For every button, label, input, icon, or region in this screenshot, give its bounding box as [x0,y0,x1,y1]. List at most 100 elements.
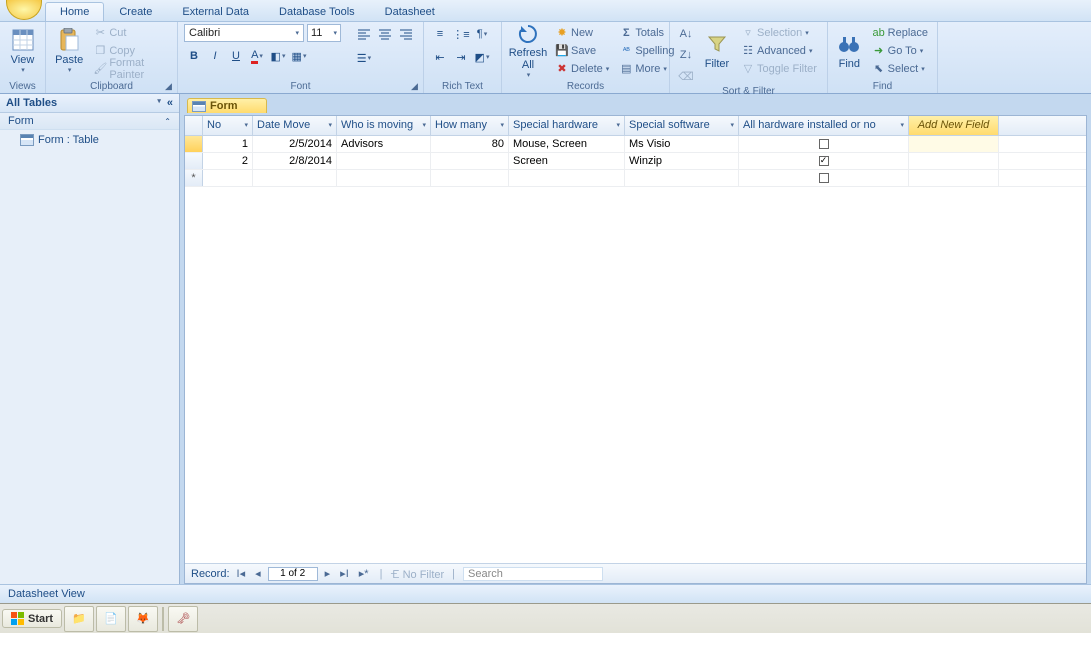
table-row[interactable]: 2 2/8/2014 Screen Winzip ✓ [185,153,1086,170]
prev-record-button[interactable]: ◂ [252,567,264,580]
align-center-button[interactable] [375,24,395,44]
col-software[interactable]: Special software▾ [625,116,739,135]
cell-software[interactable] [625,170,739,186]
row-selector[interactable] [185,136,203,152]
tab-datasheet[interactable]: Datasheet [370,2,450,21]
taskbar-explorer[interactable]: 📁 [64,606,94,632]
format-painter-button[interactable]: 🖌Format Painter [90,60,171,77]
fill-color-button[interactable]: ◧▾ [268,46,288,66]
col-date-move[interactable]: Date Move▾ [253,116,337,135]
taskbar-notepad[interactable]: 📄 [96,606,126,632]
cell-no[interactable] [203,170,253,186]
cell-software[interactable]: Winzip [625,153,739,169]
last-record-button[interactable]: ▸I [337,567,352,580]
align-left-button[interactable] [354,24,374,44]
cell-date-move[interactable]: 2/8/2014 [253,153,337,169]
nav-item-form-table[interactable]: Form : Table [0,130,179,150]
cell-hardware[interactable]: Mouse, Screen [509,136,625,152]
collapse-icon[interactable]: « [167,97,173,109]
cell-add[interactable] [909,153,999,169]
col-hardware[interactable]: Special hardware▾ [509,116,625,135]
taskbar-firefox[interactable]: 🦊 [128,606,158,632]
replace-button[interactable]: abReplace [869,24,931,41]
cell-date-move[interactable] [253,170,337,186]
col-no[interactable]: No▾ [203,116,253,135]
tab-database-tools[interactable]: Database Tools [264,2,370,21]
col-installed[interactable]: All hardware installed or no▾ [739,116,909,135]
select-all-corner[interactable] [185,116,203,135]
bold-button[interactable]: B [184,46,204,66]
filter-button[interactable]: Filter [700,24,734,78]
font-launcher[interactable]: ◢ [411,81,421,91]
cell-no[interactable]: 2 [203,153,253,169]
increase-indent-button[interactable]: ⇥ [451,47,471,67]
table-row[interactable]: 1 2/5/2014 Advisors 80 Mouse, Screen Ms … [185,136,1086,153]
goto-button[interactable]: ➜Go To▾ [869,42,931,59]
col-how-many[interactable]: How many▾ [431,116,509,135]
tab-create[interactable]: Create [104,2,167,21]
clipboard-launcher[interactable]: ◢ [165,81,175,91]
selection-button[interactable]: ▿Selection▾ [738,24,820,41]
spelling-button[interactable]: ᴬᴮSpelling [616,42,677,59]
cell-date-move[interactable]: 2/5/2014 [253,136,337,152]
add-new-field[interactable]: Add New Field [909,116,999,135]
record-position-input[interactable] [268,567,318,581]
alt-fill-button[interactable]: ☰▾ [354,48,374,68]
checkbox-checked[interactable]: ✓ [819,156,829,166]
next-record-button[interactable]: ▸ [322,567,334,580]
row-selector[interactable] [185,153,203,169]
underline-button[interactable]: U [226,46,246,66]
sort-asc-button[interactable]: A↓ [676,24,696,44]
text-dir-button[interactable]: ¶▾ [472,24,492,44]
refresh-all-button[interactable]: Refresh All▾ [508,24,548,78]
sort-desc-button[interactable]: Z↓ [676,45,696,65]
tab-home[interactable]: Home [45,2,104,21]
highlight-button[interactable]: ◩▾ [472,47,492,67]
bullet-list-button[interactable]: ⋮≡ [451,24,471,44]
cell-who[interactable] [337,170,431,186]
row-selector-new[interactable]: * [185,170,203,186]
cell-who[interactable]: Advisors [337,136,431,152]
new-record-row[interactable]: * [185,170,1086,187]
tab-external-data[interactable]: External Data [167,2,264,21]
nav-header[interactable]: All Tables ▾« [0,94,179,113]
cell-hardware[interactable] [509,170,625,186]
search-input[interactable]: Search [463,567,603,581]
cell-who[interactable] [337,153,431,169]
col-who[interactable]: Who is moving▾ [337,116,431,135]
view-button[interactable]: View▾ [6,24,39,78]
cell-no[interactable]: 1 [203,136,253,152]
decrease-indent-button[interactable]: ⇤ [430,47,450,67]
save-button[interactable]: 💾Save [552,42,612,59]
cell-how-many[interactable]: 80 [431,136,509,152]
checkbox[interactable] [819,139,829,149]
advanced-button[interactable]: ☷Advanced▾ [738,42,820,59]
new-record-button[interactable]: ✸New [552,24,612,41]
cell-add[interactable] [909,170,999,186]
cell-installed[interactable]: ✓ [739,153,909,169]
first-record-button[interactable]: I◂ [234,567,249,580]
find-button[interactable]: Find [834,24,865,78]
taskbar-access[interactable]: 🗝 [168,606,198,632]
cut-button[interactable]: ✂Cut [90,24,171,41]
start-button[interactable]: Start [2,609,62,628]
more-button[interactable]: ▤More▾ [616,60,677,77]
cell-installed[interactable] [739,136,909,152]
cell-add[interactable] [909,136,999,152]
numbered-list-button[interactable]: ≡ [430,24,450,44]
italic-button[interactable]: I [205,46,225,66]
select-button[interactable]: ⬉Select▾ [869,60,931,77]
align-right-button[interactable] [396,24,416,44]
paste-button[interactable]: Paste▾ [52,24,86,78]
cell-how-many[interactable] [431,170,509,186]
toggle-filter-button[interactable]: ▽Toggle Filter [738,60,820,77]
object-tab-form[interactable]: Form [187,98,267,113]
cell-installed[interactable] [739,170,909,186]
new-record-nav-button[interactable]: ▸* [356,567,372,580]
cell-hardware[interactable]: Screen [509,153,625,169]
font-size-combo[interactable]: 11▾ [307,24,341,42]
checkbox[interactable] [819,173,829,183]
cell-how-many[interactable] [431,153,509,169]
gridlines-button[interactable]: ▦▾ [289,46,309,66]
cell-software[interactable]: Ms Visio [625,136,739,152]
